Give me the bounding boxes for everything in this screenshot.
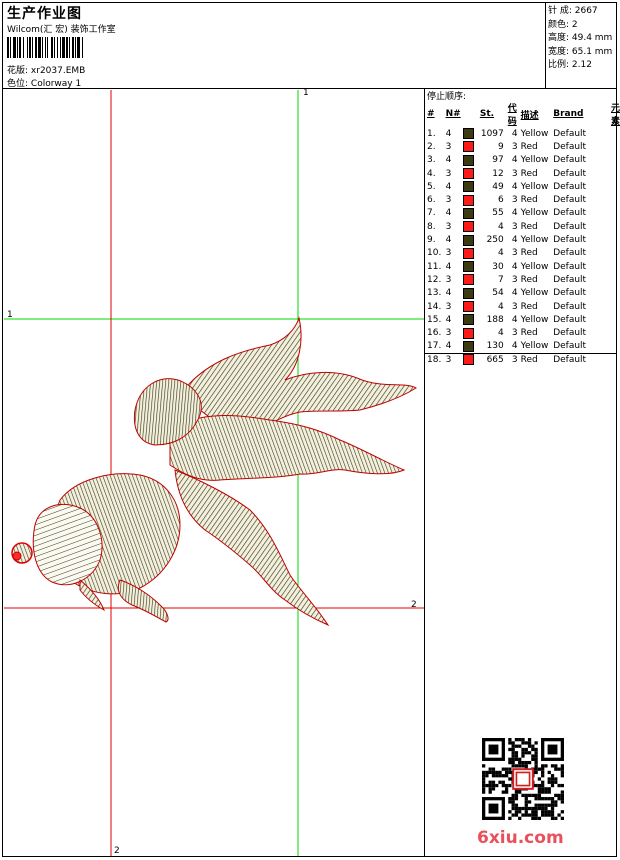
qr-code-icon — [482, 738, 564, 820]
head — [32, 503, 103, 586]
mouth-dot — [12, 551, 22, 561]
design-canvas — [4, 90, 424, 856]
guide-label-right: 2 — [411, 600, 417, 610]
watermark-text: 6xiu.com — [477, 828, 564, 848]
tail-fin-middle — [169, 415, 406, 481]
guide-label-left: 1 — [7, 310, 13, 320]
tail-fin-lower — [174, 469, 330, 627]
guide-label-top: 1 — [303, 88, 309, 98]
guide-label-bottom: 2 — [114, 846, 120, 856]
goldfish-embroidery — [11, 316, 417, 627]
